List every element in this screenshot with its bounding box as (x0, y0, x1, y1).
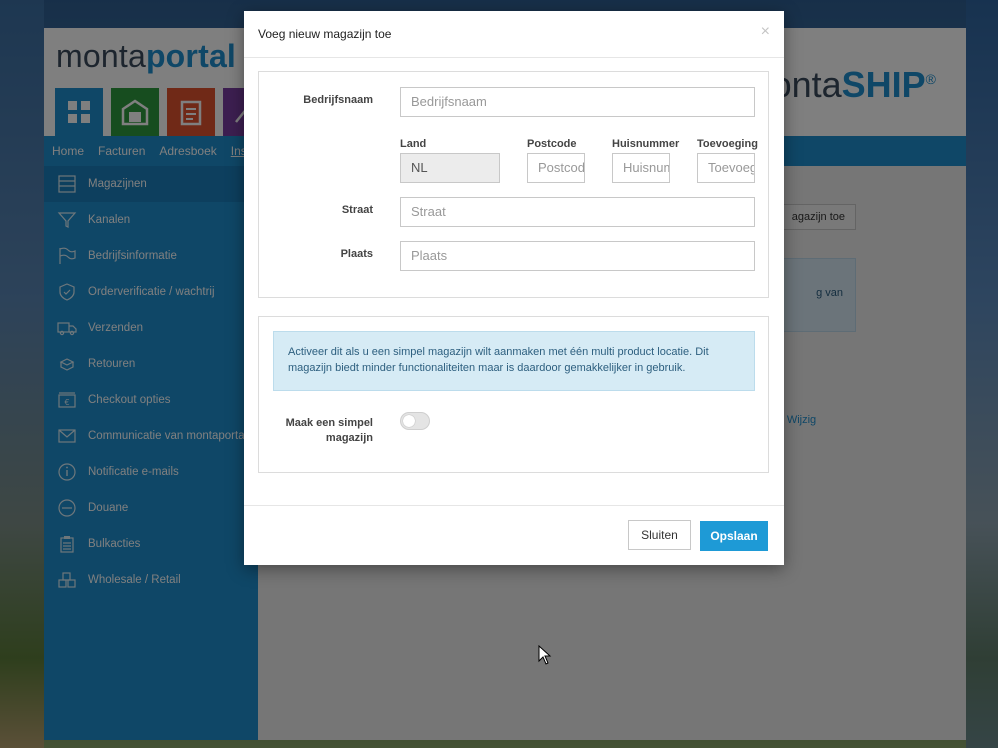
simple-warehouse-panel: Activeer dit als u een simpel magazijn w… (258, 316, 769, 473)
address-panel: Bedrijfsnaam Bedrijfsnaam Land NL Postco… (258, 71, 769, 298)
close-icon[interactable]: × (761, 23, 770, 41)
plaats-input[interactable]: Plaats (400, 241, 755, 271)
save-button[interactable]: Opslaan (700, 521, 768, 551)
postcode-input[interactable]: Postcode (527, 153, 585, 183)
huisnummer-label: Huisnummer (612, 138, 680, 150)
land-field[interactable]: NL (400, 153, 500, 183)
simple-warehouse-label: Maak een simpel magazijn (273, 416, 373, 446)
toevoeging-label: Toevoeging (697, 138, 758, 150)
plaats-label: Plaats (340, 248, 373, 260)
modal-header-divider (244, 57, 784, 58)
close-button[interactable]: Sluiten (628, 520, 691, 550)
bedrijfsnaam-input[interactable]: Bedrijfsnaam (400, 87, 755, 117)
land-label: Land (400, 138, 427, 150)
modal-footer-divider (244, 505, 784, 506)
modal-title: Voeg nieuw magazijn toe (258, 27, 392, 41)
postcode-label: Postcode (527, 138, 577, 150)
huisnummer-input[interactable]: Huisnummer (612, 153, 670, 183)
simple-warehouse-toggle[interactable] (400, 412, 430, 430)
toggle-knob (403, 415, 415, 427)
add-warehouse-modal: Voeg nieuw magazijn toe × Bedrijfsnaam B… (244, 11, 784, 565)
straat-input[interactable]: Straat (400, 197, 755, 227)
toevoeging-input[interactable]: Toevoeging (697, 153, 755, 183)
toggle-label-line1: Maak een simpel (285, 417, 373, 429)
mouse-cursor-icon (538, 645, 552, 665)
straat-label: Straat (341, 204, 373, 216)
bedrijfsnaam-label: Bedrijfsnaam (303, 94, 373, 106)
simple-warehouse-info: Activeer dit als u een simpel magazijn w… (273, 331, 755, 391)
toggle-label-line2: magazijn (325, 432, 373, 444)
